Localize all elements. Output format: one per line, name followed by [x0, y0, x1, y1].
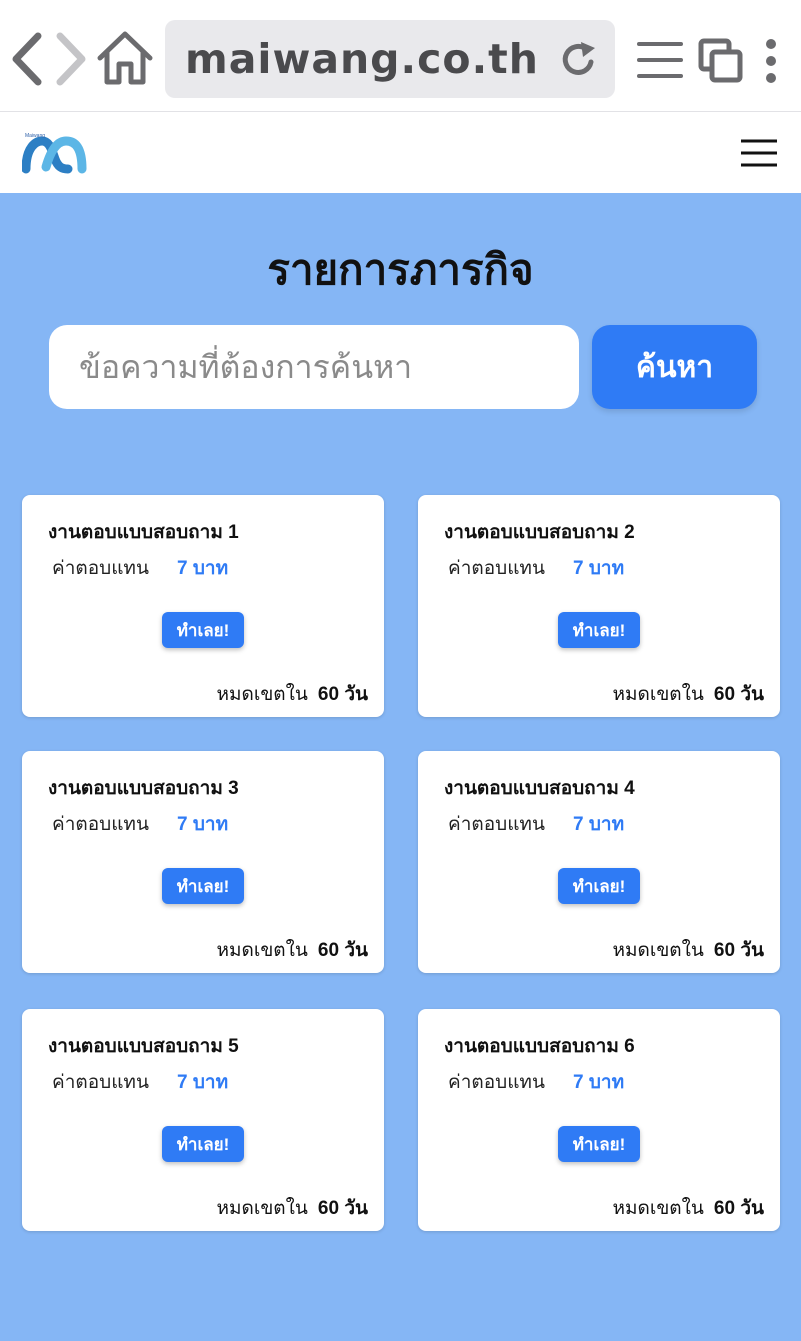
url-text: maiwang.co.th — [185, 35, 539, 83]
mission-card: งานตอบแบบสอบถาม 4 ค่าตอบแทน 7 บาททำเลย! หมด… — [418, 751, 780, 973]
pay-label: ค่าตอบแทน — [448, 1072, 545, 1093]
pay-label: ค่าตอบแทน — [448, 558, 545, 579]
maiwang-logo[interactable]: Maiwang — [21, 133, 88, 177]
mission-card: งานตอบแบบสอบถาม 1 ค่าตอบแทน 7 บาททำเลย! หมด… — [22, 495, 384, 717]
site-header: Maiwang — [0, 113, 801, 193]
pay-value: 7 บาท — [177, 814, 229, 835]
mission-title: งานตอบแบบสอบถาม 1 — [48, 522, 239, 543]
search-input[interactable] — [49, 325, 579, 409]
pay-value: 7 บาท — [573, 558, 625, 579]
page-title: รายการภารกิจ — [267, 246, 534, 293]
do-it-button[interactable]: ทำเลย! — [162, 612, 244, 648]
pay-value: 7 บาท — [573, 1072, 625, 1093]
browser-toolbar: maiwang.co.th — [0, 0, 801, 112]
tabs-icon[interactable] — [698, 38, 744, 84]
pay-value: 7 บาท — [573, 814, 625, 835]
mission-title: งานตอบแบบสอบถาม 3 — [48, 778, 239, 799]
mission-title: งานตอบแบบสอบถาม 6 — [444, 1036, 635, 1057]
expire-value: 60 วัน — [713, 1198, 764, 1219]
expire-label: หมดเขตใน — [612, 940, 704, 961]
address-bar[interactable]: maiwang.co.th — [165, 20, 615, 98]
forward-icon[interactable] — [52, 30, 92, 88]
pay-label: ค่าตอบแทน — [52, 1072, 149, 1093]
menu-icon[interactable] — [636, 38, 684, 82]
do-it-button[interactable]: ทำเลย! — [558, 1126, 640, 1162]
hamburger-icon[interactable] — [739, 138, 779, 168]
expire-info: หมดเขตใน 60 วัน — [612, 679, 764, 709]
mission-card: งานตอบแบบสอบถาม 3 ค่าตอบแทน 7 บาททำเลย! หมด… — [22, 751, 384, 973]
expire-info: หมดเขตใน 60 วัน — [612, 935, 764, 965]
mission-card: งานตอบแบบสอบถาม 5 ค่าตอบแทน 7 บาททำเลย! หมด… — [22, 1009, 384, 1231]
pay-label: ค่าตอบแทน — [52, 814, 149, 835]
mission-card: งานตอบแบบสอบถาม 2 ค่าตอบแทน 7 บาททำเลย! หมด… — [418, 495, 780, 717]
expire-info: หมดเขตใน 60 วัน — [612, 1193, 764, 1223]
mission-list-section: รายการภารกิจ ค้นหา งานตอบแบบสอบถาม 1 ค่าต… — [0, 193, 801, 1341]
reload-icon[interactable] — [559, 40, 599, 80]
expire-value: 60 วัน — [317, 1198, 368, 1219]
more-icon[interactable] — [760, 38, 782, 84]
logo-text: Maiwang — [25, 133, 46, 139]
pay-value: 7 บาท — [177, 558, 229, 579]
search-button[interactable]: ค้นหา — [592, 325, 757, 409]
mission-title: งานตอบแบบสอบถาม 5 — [48, 1036, 239, 1057]
back-icon[interactable] — [8, 30, 48, 88]
expire-label: หมดเขตใน — [216, 684, 308, 705]
expire-label: หมดเขตใน — [612, 684, 704, 705]
expire-value: 60 วัน — [713, 684, 764, 705]
expire-label: หมดเขตใน — [612, 1198, 704, 1219]
pay-label: ค่าตอบแทน — [448, 814, 545, 835]
do-it-button[interactable]: ทำเลย! — [558, 612, 640, 648]
mission-title: งานตอบแบบสอบถาม 2 — [444, 522, 635, 543]
home-icon[interactable] — [96, 28, 154, 88]
expire-value: 60 วัน — [317, 684, 368, 705]
do-it-button[interactable]: ทำเลย! — [162, 1126, 244, 1162]
pay-value: 7 บาท — [177, 1072, 229, 1093]
mission-title: งานตอบแบบสอบถาม 4 — [444, 778, 635, 799]
expire-value: 60 วัน — [317, 940, 368, 961]
expire-info: หมดเขตใน 60 วัน — [216, 1193, 368, 1223]
expire-value: 60 วัน — [713, 940, 764, 961]
mission-card: งานตอบแบบสอบถาม 6 ค่าตอบแทน 7 บาททำเลย! หมด… — [418, 1009, 780, 1231]
pay-label: ค่าตอบแทน — [52, 558, 149, 579]
expire-label: หมดเขตใน — [216, 940, 308, 961]
expire-info: หมดเขตใน 60 วัน — [216, 679, 368, 709]
expire-label: หมดเขตใน — [216, 1198, 308, 1219]
do-it-button[interactable]: ทำเลย! — [558, 868, 640, 904]
expire-info: หมดเขตใน 60 วัน — [216, 935, 368, 965]
do-it-button[interactable]: ทำเลย! — [162, 868, 244, 904]
